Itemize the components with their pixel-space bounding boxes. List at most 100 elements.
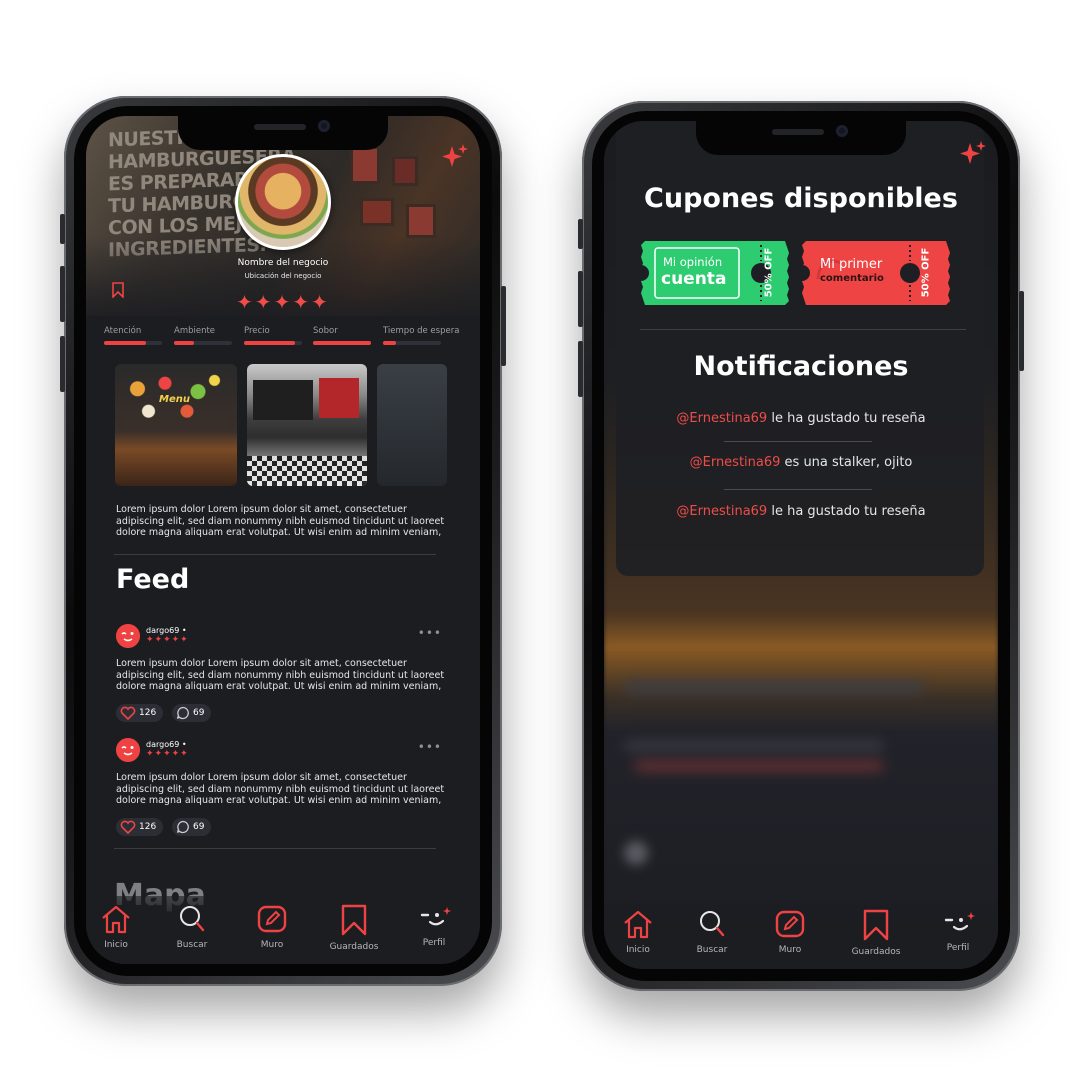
like-button[interactable]: 126 [116, 818, 164, 836]
business-screen: NUESTRA CULTO HAMBURGUESERA ES PREPARAR … [86, 116, 480, 964]
volume-down-button [578, 341, 583, 397]
notification-user[interactable]: @Ernestina69 [676, 504, 767, 519]
rating-bar [383, 341, 441, 345]
tab-buscar[interactable]: Buscar [160, 904, 224, 950]
rating-label: Precio [244, 326, 270, 336]
heart-icon [120, 820, 136, 834]
business-location: Ubicación del negocio [244, 272, 322, 280]
bottom-tab-bar: Inicio Buscar Muro Guardados Perfil [604, 901, 998, 969]
rating-label: Tiempo de espera [383, 326, 460, 336]
wink-face-icon [944, 912, 975, 931]
tab-guardados[interactable]: Guardados [322, 904, 386, 952]
tab-label: Inicio [626, 945, 650, 955]
tab-label: Buscar [176, 940, 208, 950]
notification-item[interactable]: @Ernestina69 es una stalker, ojito [604, 455, 998, 470]
heart-icon [120, 706, 136, 720]
tab-inicio[interactable]: Inicio [606, 909, 670, 955]
notch [696, 121, 906, 155]
rating-tiempo-espera: Tiempo de espera [383, 326, 459, 352]
tab-perfil[interactable]: Perfil [402, 904, 466, 948]
coupon-line2: comentario [820, 273, 884, 284]
tab-label: Perfil [946, 943, 970, 953]
rating-label: Ambiente [174, 326, 216, 336]
tab-label: Guardados [329, 942, 379, 952]
edit-icon [257, 905, 287, 933]
business-rating-stars: ✦✦✦✦✦ [236, 290, 330, 314]
like-count: 126 [139, 708, 157, 718]
wink-face-icon[interactable] [116, 738, 140, 762]
wink-face-icon[interactable] [116, 624, 140, 648]
feed-title: Feed [116, 564, 190, 595]
tab-label: Perfil [422, 938, 446, 948]
rating-bar [104, 341, 162, 345]
gallery-photo[interactable] [377, 364, 447, 486]
phone-business-profile: NUESTRA CULTO HAMBURGUESERA ES PREPARAR … [60, 96, 506, 986]
notification-item[interactable]: @Ernestina69 le ha gustado tu reseña [604, 504, 998, 519]
business-name: Nombre del negocio [237, 258, 329, 268]
coupon-card[interactable]: Mi primer comentario 50% OFF [802, 241, 950, 305]
tab-label: Buscar [696, 945, 728, 955]
tab-inicio[interactable]: Inicio [86, 904, 148, 950]
search-icon [180, 906, 205, 932]
like-count: 126 [139, 822, 157, 832]
divider [724, 441, 872, 442]
mockup-stage: NUESTRA CULTO HAMBURGUESERA ES PREPARAR … [0, 0, 1080, 1080]
rating-atencion: Atención [104, 326, 162, 352]
notification-item[interactable]: @Ernestina69 le ha gustado tu reseña [604, 411, 998, 426]
coupon-line1: Mi primer [820, 257, 883, 272]
edit-icon [775, 910, 805, 938]
notification-user[interactable]: @Ernestina69 [690, 455, 781, 470]
notification-text: le ha gustado tu reseña [767, 504, 926, 519]
bottom-tab-bar: Inicio Buscar Muro Guardados Perfil [86, 896, 480, 964]
rating-ambiente: Ambiente [174, 326, 232, 352]
coupon-discount: 50% OFF [763, 247, 775, 298]
rating-bar [313, 341, 371, 345]
phone-notifications: Cupones disponibles Mi opinión cuenta 50… [578, 101, 1024, 991]
coupon-line1: Mi opinión [663, 255, 723, 269]
business-avatar[interactable] [235, 154, 331, 250]
wink-face-icon [420, 907, 451, 926]
coupon-line2: cuenta [661, 269, 727, 289]
rating-bar [244, 341, 302, 345]
notification-text: es una stalker, ojito [780, 455, 913, 470]
rating-categories: Atención Ambiente Precio Sobor Tiempo de… [104, 326, 464, 352]
tab-guardados[interactable]: Guardados [844, 909, 908, 957]
post-rating-stars: ✦✦✦✦✦ [146, 635, 189, 645]
rating-label: Atención [104, 326, 142, 336]
tab-perfil[interactable]: Perfil [926, 909, 990, 953]
gallery-photo[interactable]: Menu [115, 364, 237, 486]
volume-up-button [60, 266, 65, 322]
comment-button[interactable]: 69 [172, 704, 212, 722]
more-options-icon[interactable]: ••• [418, 626, 442, 640]
sparkle-icon[interactable] [440, 142, 470, 172]
power-button [501, 286, 506, 366]
notch [178, 116, 388, 150]
home-icon [102, 905, 130, 934]
tab-buscar[interactable]: Buscar [680, 909, 744, 955]
mute-switch [578, 219, 583, 249]
divider [640, 329, 966, 330]
coupons-title: Cupones disponibles [644, 183, 958, 214]
like-button[interactable]: 126 [116, 704, 164, 722]
notification-user[interactable]: @Ernestina69 [676, 411, 767, 426]
tab-muro[interactable]: Muro [758, 909, 822, 955]
tab-muro[interactable]: Muro [240, 904, 304, 950]
sparkle-icon[interactable] [958, 139, 988, 169]
comment-icon [176, 820, 189, 834]
comment-count: 69 [193, 708, 205, 718]
post-username[interactable]: dargo69 • [146, 626, 187, 635]
more-options-icon[interactable]: ••• [418, 740, 442, 754]
notifications-screen: Cupones disponibles Mi opinión cuenta 50… [604, 121, 998, 969]
divider [114, 848, 436, 849]
photo-gallery[interactable]: Menu [115, 364, 455, 486]
power-button [1019, 291, 1024, 371]
gallery-photo[interactable] [247, 364, 367, 486]
post-username[interactable]: dargo69 • [146, 740, 187, 749]
post-text: Lorem ipsum dolor Lorem ipsum dolor sit … [116, 772, 445, 806]
feed-post: dargo69 • ✦✦✦✦✦ ••• Lorem ipsum dolor Lo… [116, 624, 446, 728]
coupon-card[interactable]: Mi opinión cuenta 50% OFF [641, 241, 789, 305]
divider [114, 554, 436, 555]
tab-label: Guardados [851, 947, 901, 957]
tab-label: Muro [260, 940, 284, 950]
comment-button[interactable]: 69 [172, 818, 212, 836]
